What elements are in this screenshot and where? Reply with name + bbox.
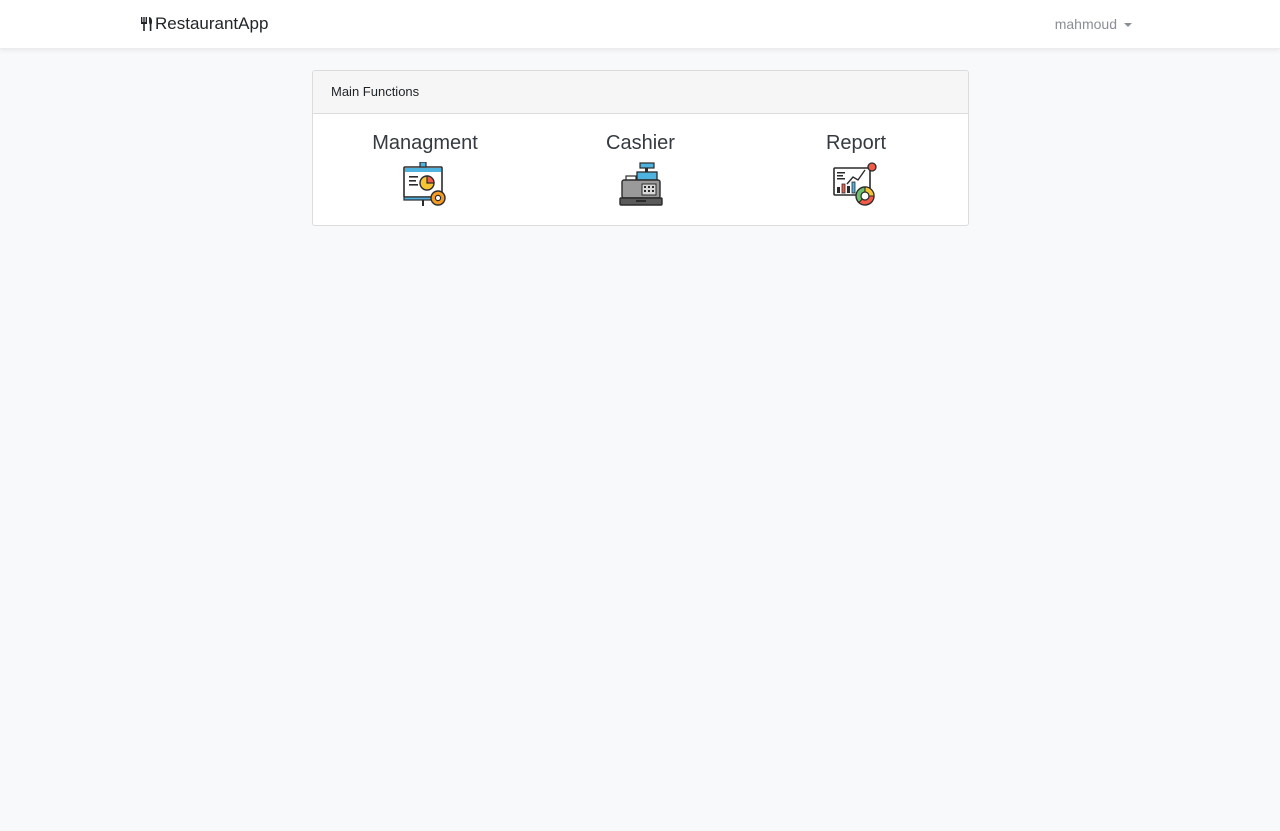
cash-register-icon [618,162,663,206]
caret-down-icon [1124,23,1132,27]
management-presentation-icon [403,162,446,206]
user-name: mahmoud [1054,16,1117,32]
cashier-label: Cashier [606,132,675,154]
card-title: Main Functions [331,84,420,99]
management-label: Managment [372,132,478,154]
main-functions-card: Main Functions Managment Cashier Report [312,70,969,226]
user-dropdown[interactable]: mahmoud [1055,15,1132,33]
cashier-function[interactable]: Cashier [589,114,693,225]
report-label: Report [825,132,887,154]
utensils-icon [141,17,153,31]
report-function[interactable]: Report [804,114,908,225]
card-body: Managment Cashier Report [313,114,968,225]
brand-link[interactable]: RestaurantApp [140,13,268,35]
report-analytics-icon [833,162,877,206]
card-header: Main Functions [313,71,968,114]
management-function[interactable]: Managment [372,114,478,225]
top-navbar: RestaurantApp mahmoud [0,0,1280,49]
brand-text: RestaurantApp [155,14,269,33]
